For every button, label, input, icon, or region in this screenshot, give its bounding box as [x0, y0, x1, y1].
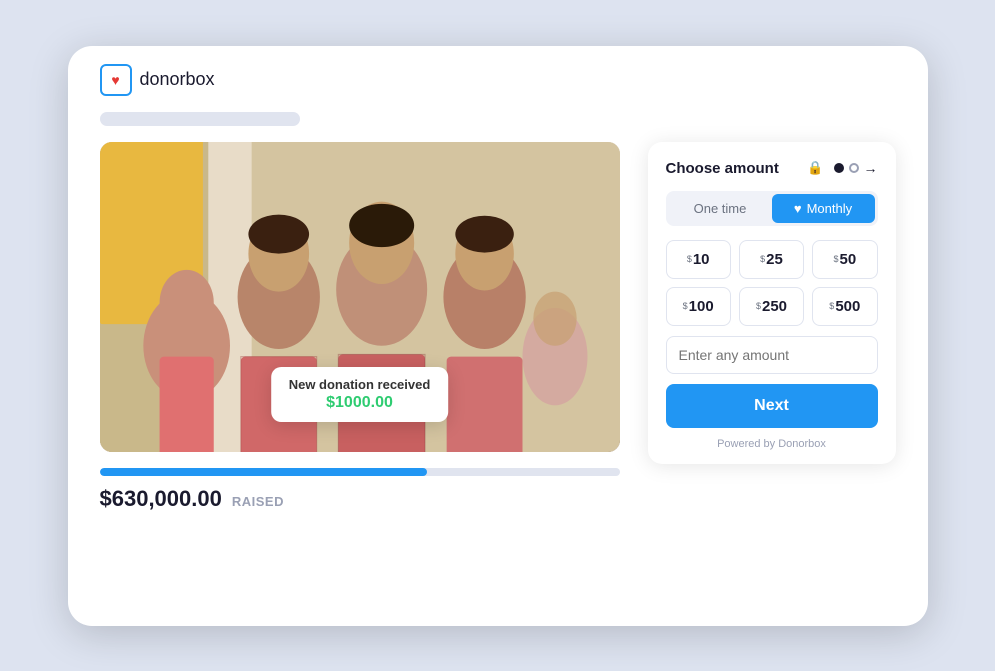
progress-bar-container [100, 468, 620, 476]
powered-by: Powered by Donorbox [666, 438, 878, 450]
amount-button-50[interactable]: $50 [812, 240, 877, 279]
custom-amount-input[interactable] [666, 336, 878, 374]
next-button[interactable]: Next [666, 384, 878, 428]
amount-grid: $10 $25 $50 $100 $250 $500 [666, 240, 878, 326]
amount-button-500[interactable]: $500 [812, 287, 877, 326]
step-arrow-icon: → [864, 160, 878, 176]
monthly-label: Monthly [807, 201, 853, 216]
device-frame: ♥ donorbox [68, 46, 928, 626]
progress-section: $630,000.00 RAISED [100, 468, 620, 512]
lock-icon: 🔒 [807, 160, 823, 176]
choose-amount-label: Choose amount [666, 160, 798, 177]
amount-button-10[interactable]: $10 [666, 240, 731, 279]
logo-heart-icon: ♥ [111, 72, 119, 88]
header-placeholder-bar [100, 112, 300, 126]
right-panel: Choose amount 🔒 → One time ♥ Monthly [648, 142, 896, 464]
progress-bar-fill [100, 468, 428, 476]
one-time-button[interactable]: One time [669, 194, 772, 223]
step-dot-1 [834, 163, 844, 173]
step-indicators: → [834, 160, 878, 176]
donation-widget: Choose amount 🔒 → One time ♥ Monthly [648, 142, 896, 464]
campaign-image: New donation received $1000.00 [100, 142, 620, 452]
donation-notification: New donation received $1000.00 [271, 367, 449, 422]
monthly-heart-icon: ♥ [794, 201, 802, 216]
main-content: New donation received $1000.00 $630,000.… [68, 142, 928, 512]
step-dot-2 [849, 163, 859, 173]
monthly-button[interactable]: ♥ Monthly [772, 194, 875, 223]
logo: ♥ donorbox [100, 64, 215, 96]
progress-stats: $630,000.00 RAISED [100, 486, 620, 512]
raised-amount: $630,000.00 [100, 486, 222, 512]
raised-label: RAISED [232, 494, 284, 509]
left-panel: New donation received $1000.00 $630,000.… [100, 142, 620, 512]
header: ♥ donorbox [68, 46, 928, 108]
amount-button-100[interactable]: $100 [666, 287, 731, 326]
notification-title: New donation received [289, 377, 431, 392]
amount-button-25[interactable]: $25 [739, 240, 804, 279]
notification-amount: $1000.00 [289, 394, 431, 412]
frequency-toggle: One time ♥ Monthly [666, 191, 878, 226]
logo-text: donorbox [140, 69, 215, 90]
amount-button-250[interactable]: $250 [739, 287, 804, 326]
widget-header: Choose amount 🔒 → [666, 160, 878, 177]
logo-icon: ♥ [100, 64, 132, 96]
